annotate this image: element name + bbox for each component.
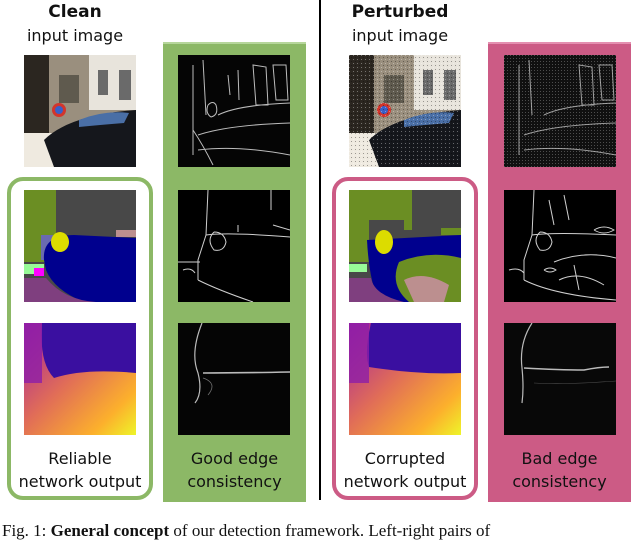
perturbed-output-label-line2: network output [343,472,467,491]
perturbed-depth-edges [504,323,616,435]
clean-depth-edges [178,323,290,435]
clean-input-edges [178,55,290,167]
perturbed-edge-label-line2: consistency [512,472,607,491]
perturbed-depth [349,323,461,435]
clean-segmentation-edges [178,190,290,302]
clean-segmentation [24,190,136,302]
perturbed-input-image [349,55,461,167]
clean-subtitle: input image [26,26,124,45]
clean-input-image [24,55,136,167]
perturbed-segmentation-edges [504,190,616,302]
divider-line [319,0,321,500]
perturbed-segmentation [349,190,461,302]
clean-edge-label-line2: consistency [187,472,282,491]
perturbed-edge-label-line1: Bad edge [521,449,598,468]
figure-caption: Fig. 1: General concept of our detection… [2,521,490,541]
caption-bold: General concept [50,521,170,540]
perturbed-input-edges [504,55,616,167]
clean-depth [24,323,136,435]
perturbed-output-label-line1: Corrupted [364,449,446,468]
clean-output-label-line1: Reliable [48,449,112,468]
clean-title: Clean [48,2,102,22]
clean-output-label-line2: network output [18,472,142,491]
caption-rest: of our detection framework. Left-right p… [169,521,491,540]
caption-prefix: Fig. 1: [2,521,51,540]
perturbed-title: Perturbed [351,2,449,22]
clean-edge-label-line1: Good edge [190,449,279,468]
perturbed-subtitle: input image [351,26,449,45]
